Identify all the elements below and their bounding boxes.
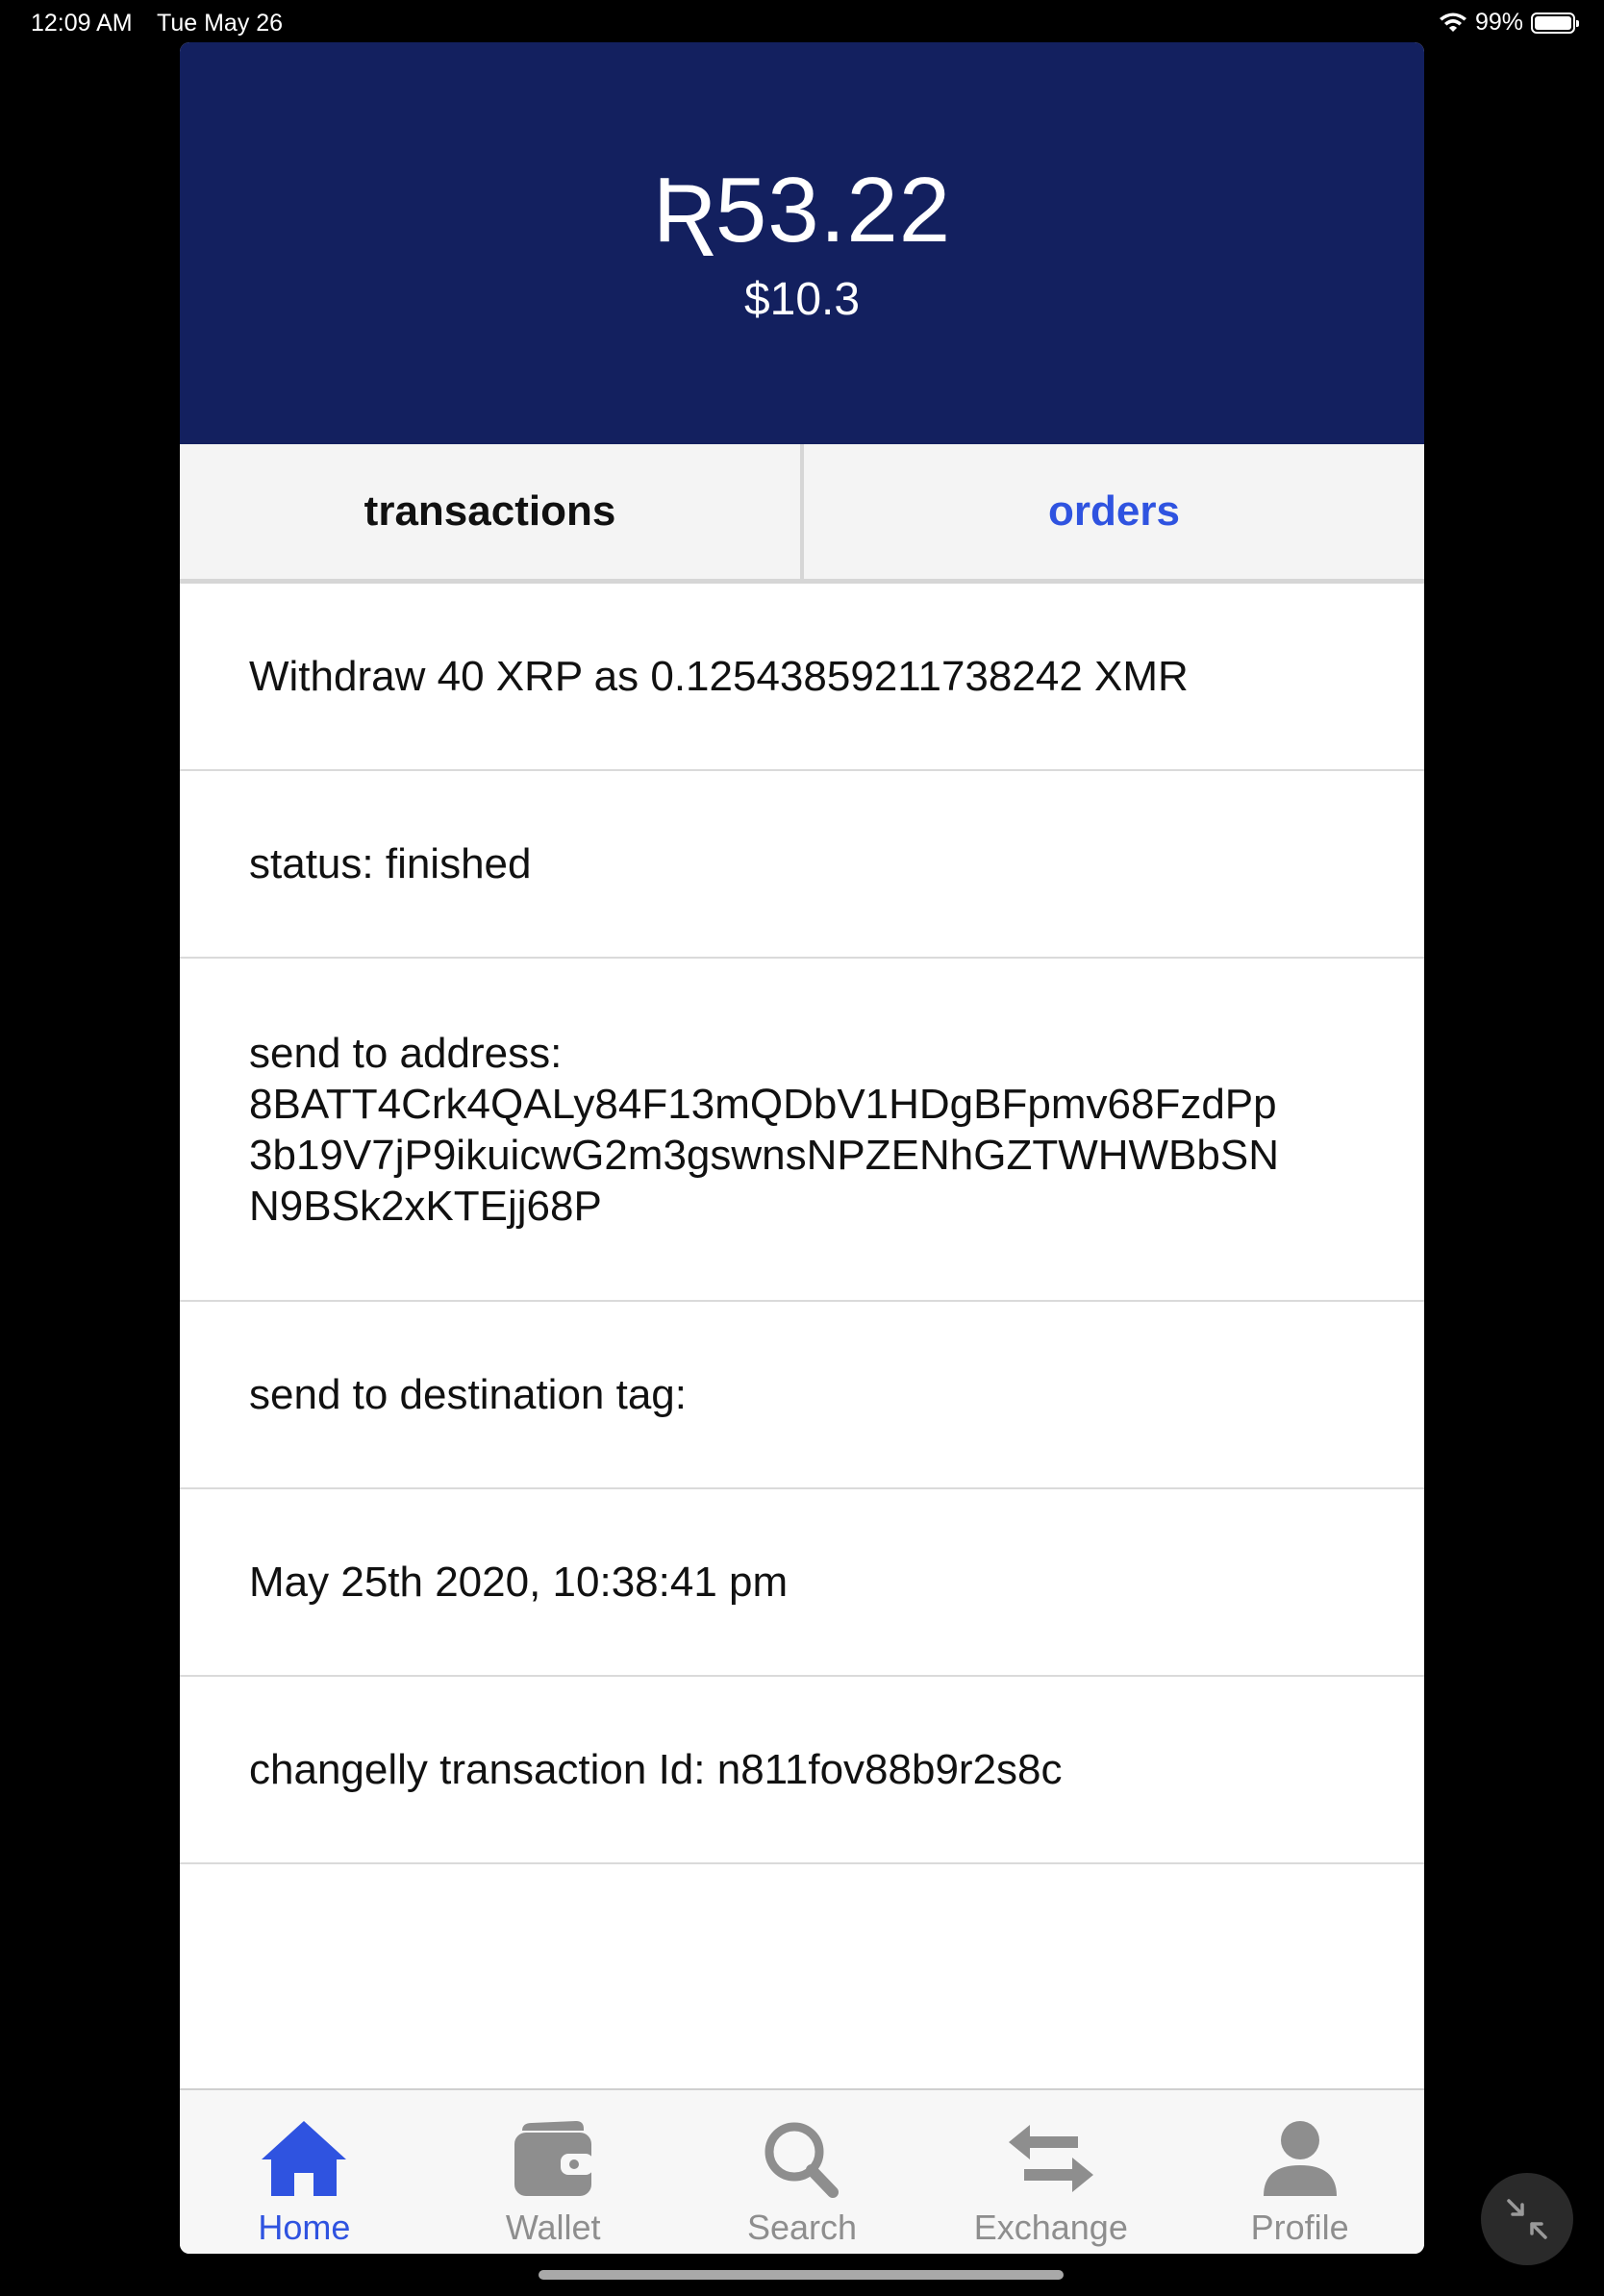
app-window: Ʀ53.22 $10.3 transactions orders Withdra… [180,42,1424,2254]
bottom-tab-bar: Home Wallet Search Exchange Profile [180,2088,1424,2254]
status-time: 12:09 AM [31,10,133,37]
destination-tag-row: send to destination tag: [180,1302,1424,1489]
tabbar-label-home: Home [258,2208,351,2247]
transaction-title: Withdraw 40 XRP as 0.12543859211738242 X… [249,653,1189,700]
tab-bar-top: transactions orders [180,444,1424,584]
send-address-line-3: N9BSk2xKTEjj68P [249,1182,602,1230]
send-address-row: send to address: 8BATT4Crk4QALy84F13mQDb… [180,959,1424,1302]
tabbar-item-wallet[interactable]: Wallet [429,2090,678,2254]
transaction-status-row: status: finished [180,771,1424,959]
send-address-line-1: 8BATT4Crk4QALy84F13mQDbV1HDgBFpmv68FzdPp [249,1080,1277,1128]
tabbar-label-profile: Profile [1250,2208,1349,2247]
tabbar-item-profile[interactable]: Profile [1175,2090,1424,2254]
balance-header: Ʀ53.22 $10.3 [180,42,1424,444]
collapse-arrows-icon [1507,2199,1547,2239]
exchange-icon [1008,2125,1093,2192]
tabbar-label-search: Search [746,2208,858,2247]
wallet-icon [514,2121,594,2196]
home-icon [262,2121,347,2196]
status-bar: 12:09 AM Tue May 26 99% [0,0,1604,44]
send-address-label: send to address: [249,1029,563,1077]
send-address-line-2: 3b19V7jP9ikuicwG2m3gswnsNPZENhGZTWHWBbSN [249,1131,1279,1179]
balance-amount: Ʀ53.22 [652,159,952,262]
profile-icon [1263,2121,1337,2196]
tab-transactions[interactable]: transactions [180,444,804,579]
transaction-date-row: May 25th 2020, 10:38:41 pm [180,1489,1424,1677]
balance-usd: $10.3 [743,274,861,325]
transaction-status: status: finished [249,840,532,887]
transaction-details: Withdraw 40 XRP as 0.12543859211738242 X… [180,584,1424,1864]
search-icon [764,2122,839,2198]
status-indicators: 99% [1439,9,1579,37]
changelly-transaction-id: changelly transaction Id: n811fov88b9r2s… [249,1746,1063,1793]
battery-percent: 99% [1474,9,1523,36]
home-indicator[interactable] [539,2270,1064,2280]
minimize-button[interactable] [1481,2173,1573,2265]
status-date: Tue May 26 [157,10,284,37]
tab-orders[interactable]: orders [804,444,1424,579]
destination-tag: send to destination tag: [249,1371,687,1418]
tabbar-item-exchange[interactable]: Exchange [926,2090,1175,2254]
wifi-icon [1439,12,1466,32]
tabbar-label-exchange: Exchange [973,2208,1128,2247]
battery-icon [1531,12,1579,34]
transaction-title-row: Withdraw 40 XRP as 0.12543859211738242 X… [180,584,1424,771]
tabbar-item-search[interactable]: Search [678,2090,927,2254]
tabbar-item-home[interactable]: Home [180,2090,429,2254]
tabbar-label-wallet: Wallet [505,2208,601,2247]
changelly-id-row: changelly transaction Id: n811fov88b9r2s… [180,1677,1424,1864]
transaction-date: May 25th 2020, 10:38:41 pm [249,1559,789,1606]
